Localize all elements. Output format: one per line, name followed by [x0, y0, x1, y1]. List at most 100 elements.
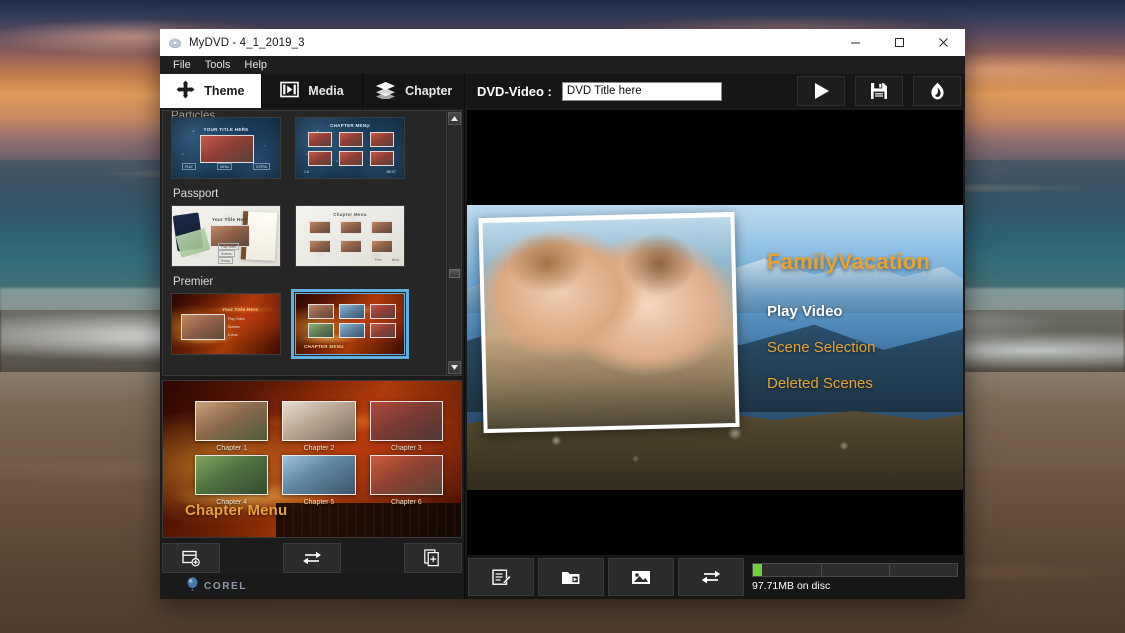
theme-thumb-button-menu: MENU — [217, 163, 233, 170]
theme-thumb-button-extras: Extras — [218, 257, 234, 264]
menu-button-play-video[interactable]: Play Video — [767, 303, 875, 320]
chapter-cell[interactable]: Chapter 3 — [369, 401, 443, 452]
menu-button-scene-selection[interactable]: Scene Selection — [767, 339, 875, 356]
add-media-folder-icon[interactable] — [538, 558, 604, 596]
chapter-thumbnail — [195, 455, 269, 495]
theme-thumb-photo — [308, 151, 332, 166]
theme-list-scrollbar[interactable] — [446, 111, 461, 375]
theme-thumb-passport-chapters[interactable]: Chapter Menu Prev Next — [295, 205, 405, 267]
theme-category-label-passport: Passport — [173, 188, 219, 200]
dvd-disc-icon — [168, 36, 182, 50]
add-image-icon[interactable] — [608, 558, 674, 596]
corel-logo: COREL — [186, 576, 247, 596]
swap-loop-icon[interactable] — [678, 558, 744, 596]
theme-thumb-button-scenes: Scenes — [218, 250, 235, 257]
title-bar[interactable]: MyDVD - 4_1_2019_3 — [160, 29, 965, 56]
menu-button-deleted-scenes[interactable]: Deleted Scenes — [767, 375, 875, 392]
menu-photo-frame[interactable] — [478, 211, 740, 434]
minimize-icon[interactable] — [833, 29, 877, 56]
chapter-thumbnail — [282, 455, 356, 495]
theme-thumb-title: CHAPTER MENU — [304, 344, 344, 349]
theme-thumb-title: YOUR TITLE HERE — [203, 127, 249, 132]
theme-thumb-photo — [340, 240, 362, 253]
chapter-label: Chapter 6 — [390, 499, 422, 506]
save-icon[interactable] — [855, 76, 903, 106]
gauge-separator — [820, 563, 822, 576]
menu-photo — [482, 217, 736, 429]
corel-wordmark: COREL — [204, 580, 247, 592]
chapter-cell[interactable]: Chapter 6 — [369, 455, 443, 506]
theme-thumb-photo — [309, 240, 331, 253]
toolbar-gap — [223, 543, 279, 573]
theme-thumb-pager-next: Next — [391, 258, 399, 262]
theme-thumb-row-premier: Your Title Here Play Video Scenes Extras — [171, 289, 438, 359]
close-icon[interactable] — [921, 29, 965, 56]
edit-text-icon[interactable] — [468, 558, 534, 596]
tab-media[interactable]: Media — [261, 74, 364, 108]
menu-item-file[interactable]: File — [166, 56, 198, 74]
theme-thumb-button-scenes: Scenes — [228, 325, 240, 329]
menu-item-help[interactable]: Help — [237, 56, 274, 74]
theme-thumb-photo — [308, 132, 332, 147]
chapter-thumbnail — [282, 401, 356, 441]
theme-thumb-photo — [371, 240, 393, 253]
add-menu-icon[interactable] — [162, 543, 221, 573]
theme-thumb-button-play: Play Video — [218, 243, 240, 250]
dvd-video-label: DVD-Video : — [477, 83, 552, 99]
tab-theme-label: Theme — [204, 84, 245, 98]
theme-thumb-photo — [200, 135, 254, 163]
disc-capacity-gauge: 97.71MB on disc — [752, 558, 962, 596]
chapter-cell[interactable]: Chapter 2 — [282, 401, 356, 452]
theme-thumb-photo — [181, 314, 225, 340]
theme-thumb-button-play: Play Video — [228, 317, 245, 321]
theme-thumb-passport-main[interactable]: Your Title Here Play Video Scenes Extras — [171, 205, 281, 267]
chapter-cell[interactable]: Chapter 4 — [195, 455, 269, 506]
chapter-cell[interactable]: Chapter 1 — [195, 401, 269, 452]
theme-thumb-photo — [339, 151, 363, 166]
theme-thumb-premier-chapters-selected[interactable]: CHAPTER MENU — [291, 289, 409, 359]
tab-theme[interactable]: Theme — [160, 74, 262, 108]
chapter-thumbnail — [195, 401, 269, 441]
add-page-icon[interactable] — [403, 543, 463, 573]
dvd-menu-canvas: FamilyVacation Play Video Scene Selectio… — [467, 205, 963, 490]
selected-menu-preview[interactable]: Chapter 1 Chapter 2 Chapter 3 Chapter 4 — [162, 380, 462, 538]
theme-thumb-photo — [370, 151, 394, 166]
left-panel: Theme Media Chapter Particles YOUR TITLE… — [160, 74, 465, 599]
theme-list[interactable]: Particles YOUR TITLE HERE PLAY MENU EXTR… — [163, 111, 446, 375]
menu-item-tools[interactable]: Tools — [198, 56, 238, 74]
theme-thumb-button-play: PLAY — [182, 163, 196, 170]
scrollbar-track[interactable] — [448, 126, 461, 360]
theme-category-label-premier: Premier — [173, 276, 214, 288]
scroll-down-icon[interactable] — [447, 361, 461, 374]
burn-disc-icon[interactable] — [913, 76, 961, 106]
dvd-title-input[interactable] — [561, 81, 722, 101]
disc-capacity-track — [752, 562, 958, 577]
window-body: Theme Media Chapter Particles YOUR TITLE… — [160, 74, 965, 599]
theme-thumb-photo — [370, 132, 394, 147]
theme-thumb-pager-next: NEXT — [386, 170, 396, 174]
chapter-label: Chapter 3 — [390, 445, 422, 452]
theme-thumb-particles-chapters[interactable]: CHAPTER MENU 1-6 NEXT — [295, 117, 405, 179]
menu-button-list: Play Video Scene Selection Deleted Scene… — [767, 303, 875, 411]
theme-thumb-title: Your Title Here — [222, 307, 259, 312]
tab-chapter[interactable]: Chapter — [363, 74, 465, 108]
swap-loop-icon[interactable] — [282, 543, 342, 573]
theme-thumb-title: Your Title Here — [212, 217, 249, 222]
play-icon[interactable] — [797, 76, 845, 106]
menu-photo-subjects — [499, 220, 717, 321]
brand-footer: COREL — [160, 573, 464, 599]
theme-thumb-premier-main[interactable]: Your Title Here Play Video Scenes Extras — [171, 293, 281, 355]
chapter-cell[interactable]: Chapter 5 — [282, 455, 356, 506]
tab-media-label: Media — [308, 84, 344, 98]
scroll-up-icon[interactable] — [447, 112, 461, 125]
scrollbar-thumb[interactable] — [448, 268, 460, 278]
theme-thumb-button-extras: Extras — [228, 333, 238, 337]
chapter-label: Chapter 1 — [216, 445, 248, 452]
menu-preview-area[interactable]: FamilyVacation Play Video Scene Selectio… — [467, 110, 963, 555]
theme-thumb-button-extra: EXTRA — [253, 163, 270, 170]
mydvd-application-window: MyDVD - 4_1_2019_3 File Tools Help Theme… — [160, 29, 965, 599]
menu-title-text[interactable]: FamilyVacation — [767, 249, 930, 275]
theme-thumb-particles-main[interactable]: YOUR TITLE HERE PLAY MENU EXTRA — [171, 117, 281, 179]
maximize-icon[interactable] — [877, 29, 921, 56]
theme-thumb-photo — [340, 221, 362, 234]
